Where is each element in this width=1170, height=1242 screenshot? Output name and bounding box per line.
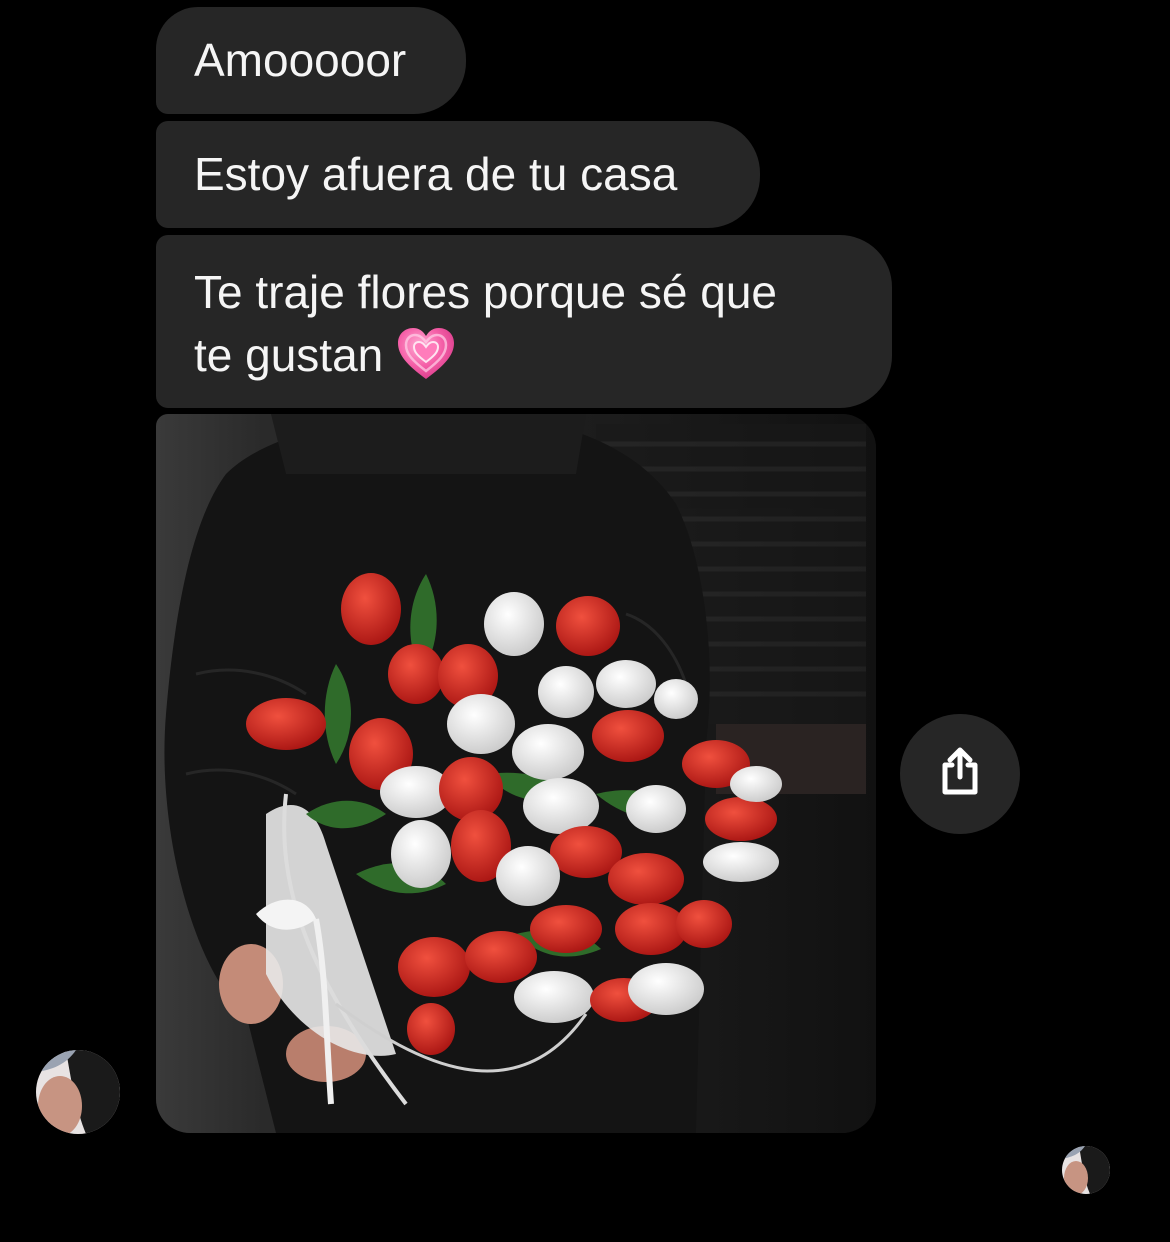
message-bubble[interactable]: Amooooor	[156, 7, 466, 114]
seen-avatar	[1062, 1146, 1110, 1194]
message-text: Estoy afuera de tu casa	[194, 148, 678, 200]
tulip-bouquet-photo	[156, 414, 876, 1133]
share-icon	[935, 747, 985, 802]
growing-heart-emoji-icon	[397, 327, 455, 397]
message-text: Amooooor	[194, 34, 407, 86]
share-button[interactable]	[900, 714, 1020, 834]
message-bubble[interactable]: Te traje flores porque sé que te gustan	[156, 235, 892, 408]
message-text-line-1: Te traje flores porque sé que	[194, 266, 778, 318]
message-text-line-2: te gustan	[194, 329, 384, 381]
message-photo[interactable]	[156, 414, 876, 1133]
sender-avatar[interactable]	[36, 1050, 120, 1134]
message-bubble[interactable]: Estoy afuera de tu casa	[156, 121, 760, 228]
